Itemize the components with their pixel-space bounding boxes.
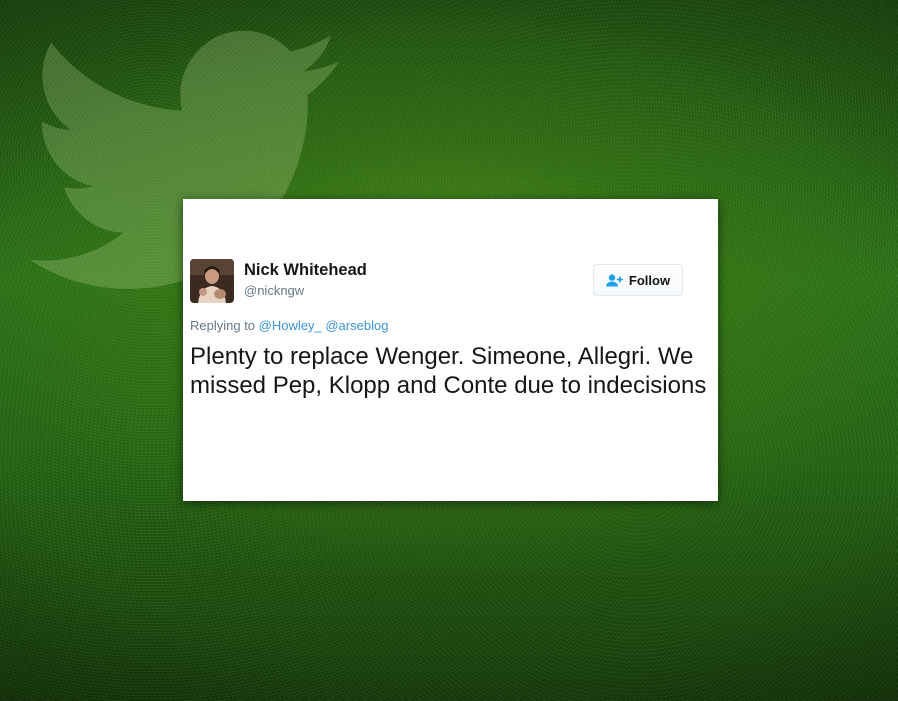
avatar-image [190,259,234,303]
avatar[interactable] [190,259,234,303]
tweet-card: Nick Whitehead @nickngw Follow Replying … [183,199,718,501]
replying-to-label: Replying to [190,318,256,333]
follow-label: Follow [628,272,671,288]
replying-to-line: Replying to @Howley_ @arseblog [190,318,388,333]
add-user-icon [605,273,623,287]
mention-link-howley[interactable]: @Howley_ [259,318,322,333]
mention-link-arseblog[interactable]: @arseblog [325,318,388,333]
user-handle[interactable]: @nickngw [244,283,304,298]
tweet-text: Plenty to replace Wenger. Simeone, Alleg… [190,343,707,399]
follow-button[interactable]: Follow [593,264,683,296]
user-name[interactable]: Nick Whitehead [244,261,367,280]
